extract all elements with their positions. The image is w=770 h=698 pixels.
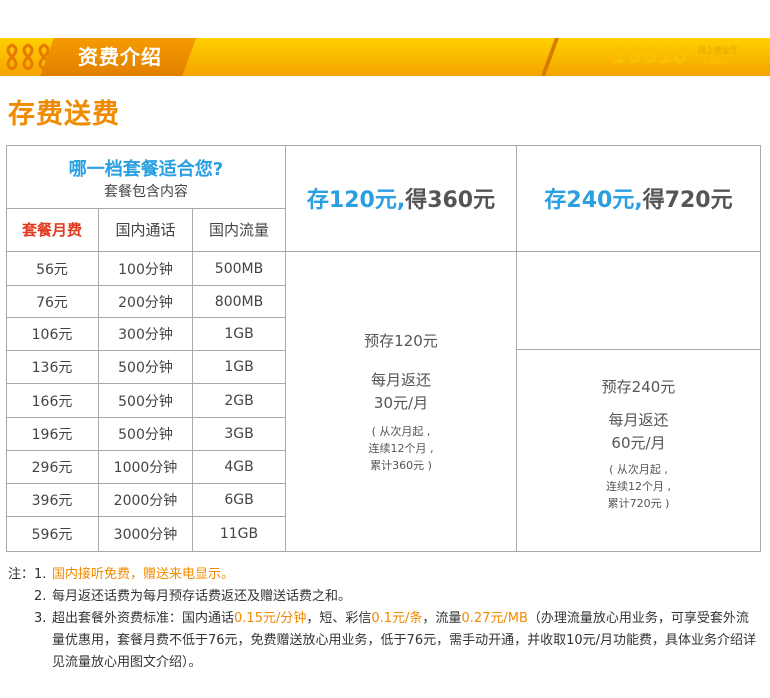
table-row-data: 3GB <box>224 426 254 442</box>
offer-deposit-amount: 240元, <box>566 188 643 213</box>
note-3-part: ，短、彩信 <box>306 611 372 626</box>
plan-question: 哪一档套餐适合您? <box>68 159 224 180</box>
table-row-fee: 136元 <box>31 360 73 376</box>
table-row-calls: 300分钟 <box>118 327 173 343</box>
table-row-fee: 296元 <box>31 460 73 476</box>
offer-monthly-label: 每月返还 <box>608 411 669 429</box>
offer-get-amount: 720元 <box>664 188 733 213</box>
table-row-calls: 500分钟 <box>118 427 173 443</box>
note-3-data-rate: 0.27元/MB <box>461 611 528 626</box>
note-number: 2. <box>34 589 47 604</box>
brand-domain: .com <box>700 56 728 67</box>
offer-prepay: 预存120元 <box>364 332 438 350</box>
note-1: 国内接听免费，赠送来电显示。 <box>52 567 235 582</box>
offer-120-details: 预存120元 每月返还 30元/月 ( 从次月起 , 连续12个月 , 累计36… <box>286 330 516 474</box>
offer-note-line: ( 从次月起 , <box>371 425 431 438</box>
table-row-data: 6GB <box>224 492 254 508</box>
note-number: 3. <box>34 611 47 626</box>
offer-note-line: 连续12个月 , <box>606 480 671 493</box>
header-domestic-data: 国内流量 <box>208 221 269 239</box>
table-row-data: 500MB <box>214 260 264 277</box>
table-row-data: 11GB <box>219 526 259 542</box>
offer-120-heading: 存 120元, 得 360元 <box>286 145 516 251</box>
header-monthly-fee: 套餐月费 <box>21 221 82 239</box>
table-row-fee: 76元 <box>36 294 68 311</box>
note-3-part: 超出套餐外资费标准：国内通话 <box>52 611 235 626</box>
note-number: 1. <box>34 567 47 582</box>
offer-get-word: 得 <box>642 188 665 213</box>
table-row-calls: 1000分钟 <box>113 460 178 476</box>
offer-deposit-amount: 120元, <box>328 188 406 213</box>
offer-get-word: 得 <box>405 188 428 213</box>
section-title: 存费送费 <box>8 99 120 130</box>
table-row-fee: 106元 <box>31 327 73 343</box>
header-banner: 资费介绍 10010 网上营业厅 .com <box>0 38 770 76</box>
note-3-call-rate: 0.15元/分钟 <box>234 611 307 626</box>
table-row-calls: 200分钟 <box>118 294 173 311</box>
table-row-calls: 3000分钟 <box>113 527 178 543</box>
offer-monthly-value: 30元/月 <box>373 394 429 412</box>
banner-title: 资费介绍 <box>78 45 162 69</box>
offer-note-line: 累计360元 ) <box>370 459 432 472</box>
banner-divider <box>541 38 559 76</box>
table-row-calls: 500分钟 <box>118 360 173 376</box>
offer-note-line: 累计720元 ) <box>607 497 670 510</box>
offer-prepay: 预存240元 <box>601 378 676 396</box>
table-row-data: 2GB <box>224 392 254 409</box>
offer-240-heading: 存 240元, 得 720元 <box>517 145 760 251</box>
note-3: 超出套餐外资费标准：国内通话0.15元/分钟，短、彩信0.1元/条，流量0.27… <box>52 611 756 670</box>
offer-deposit-word: 存 <box>544 188 567 213</box>
table-row-data: 800MB <box>214 293 264 310</box>
note-3-sms-rate: 0.1元/条 <box>371 611 423 626</box>
offer-get-amount: 360元 <box>427 188 496 213</box>
notes-section: 注： 1. 国内接听免费，赠送来电显示。 2. 每月返还话费为每月预存话费返还及… <box>8 564 760 674</box>
table-row-calls: 100分钟 <box>118 261 173 278</box>
offer-monthly-label: 每月返还 <box>370 371 431 389</box>
offer-note-line: 连续12个月 , <box>368 442 434 455</box>
table-row-data: 1GB <box>224 326 254 342</box>
offer-monthly-value: 60元/月 <box>611 434 666 452</box>
offer-deposit-word: 存 <box>306 188 329 213</box>
brand-subtitle: 网上营业厅 <box>698 46 738 55</box>
table-row-data: 4GB <box>224 459 254 475</box>
table-row-fee: 596元 <box>31 527 73 543</box>
plan-question-sub: 套餐包含内容 <box>104 184 188 200</box>
plan-table: 哪一档套餐适合您? 套餐包含内容 套餐月费 国内通话 国内流量 56元 100分… <box>6 145 761 552</box>
table-row-calls: 500分钟 <box>118 393 173 410</box>
offer-note-line: ( 从次月起 , <box>609 463 668 476</box>
table-row-fee: 196元 <box>31 427 73 443</box>
table-row-fee: 166元 <box>31 393 73 410</box>
note-3-part: ，流量 <box>422 611 462 626</box>
header-domestic-calls: 国内通话 <box>115 221 176 239</box>
note-2: 每月返还话费为每月预存话费返还及赠送话费之和。 <box>52 589 352 604</box>
offer-240-details: 预存240元 每月返还 60元/月 ( 从次月起 , 连续12个月 , 累计72… <box>517 376 760 512</box>
notes-lead: 注： <box>8 567 35 582</box>
table-row-calls: 2000分钟 <box>113 493 178 509</box>
table-row-fee: 396元 <box>31 493 73 509</box>
brand-10010-logo: 10010 <box>612 44 689 69</box>
table-row-data: 1GB <box>224 359 254 375</box>
table-row-fee: 56元 <box>36 261 68 278</box>
